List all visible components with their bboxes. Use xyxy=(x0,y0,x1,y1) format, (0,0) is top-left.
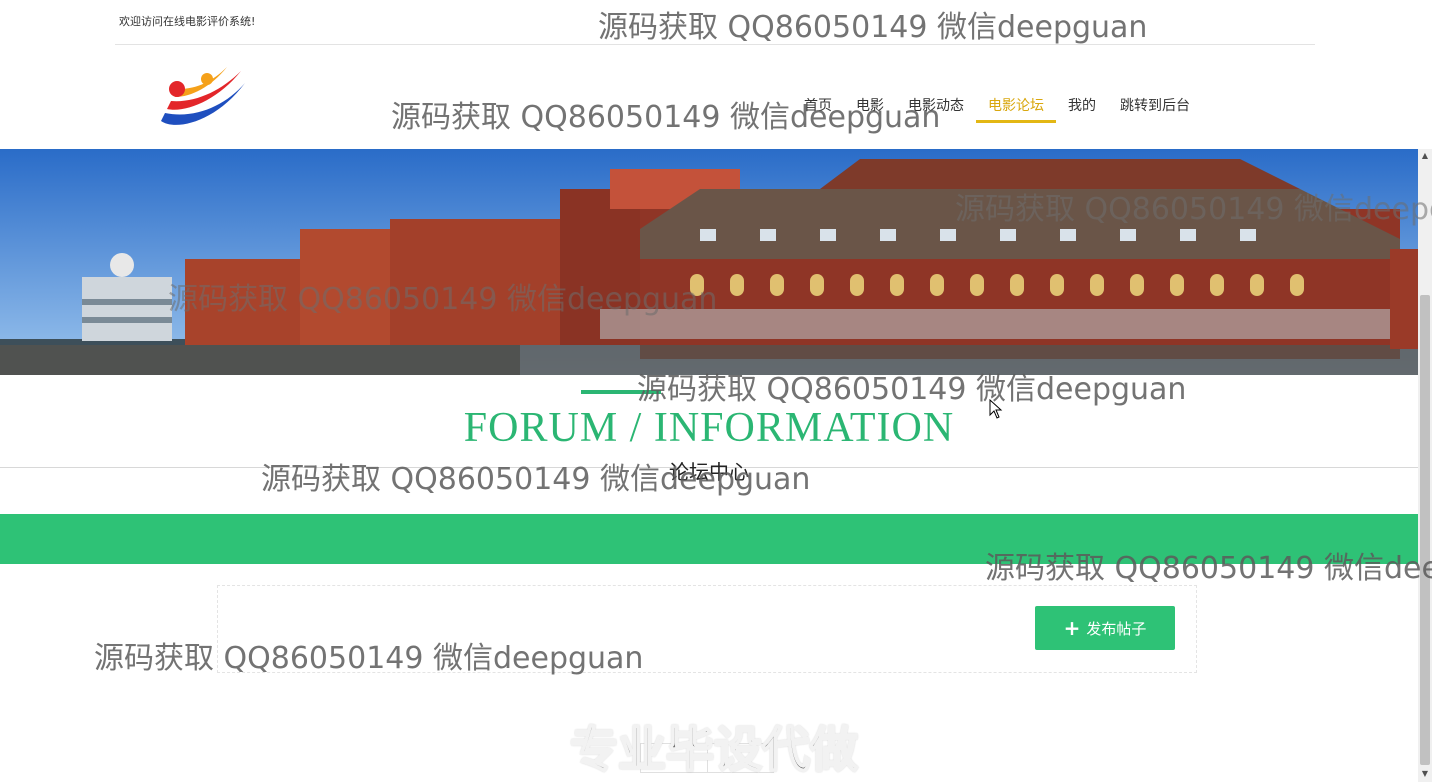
logo-icon xyxy=(161,67,245,125)
publish-post-button[interactable]: + 发布帖子 xyxy=(1035,606,1175,650)
nav-movie-forum[interactable]: 电影论坛 xyxy=(976,83,1056,123)
page: 欢迎访问在线电影评价系统! 首页 电影 电影动态 电影论坛 我的 跳转到后台 ▲… xyxy=(0,0,1432,782)
banner-image xyxy=(0,149,1418,375)
top-bar: 欢迎访问在线电影评价系统! xyxy=(115,0,1315,45)
nav-home[interactable]: 首页 xyxy=(792,83,844,114)
section-subtitle: 论坛中心 xyxy=(669,460,749,484)
title-accent-bar xyxy=(581,390,661,394)
category-band xyxy=(0,514,1418,564)
nav-admin[interactable]: 跳转到后台 xyxy=(1108,83,1202,114)
welcome-text: 欢迎访问在线电影评价系统! xyxy=(119,15,256,28)
publish-post-label: 发布帖子 xyxy=(1086,619,1147,638)
header: 首页 电影 电影动态 电影论坛 我的 跳转到后台 xyxy=(0,45,1432,149)
watermark-bold-text: 专业毕设代做 xyxy=(569,721,859,779)
main-nav: 首页 电影 电影动态 电影论坛 我的 跳转到后台 xyxy=(792,83,1202,123)
page-scrollbar[interactable]: ▲ ▼ xyxy=(1418,149,1432,782)
scroll-down-icon[interactable]: ▼ xyxy=(1420,769,1430,779)
site-logo[interactable] xyxy=(155,61,249,133)
scrollbar-thumb[interactable] xyxy=(1420,295,1430,765)
nav-mine[interactable]: 我的 xyxy=(1056,83,1108,114)
nav-movie-news[interactable]: 电影动态 xyxy=(896,83,976,114)
scroll-up-icon[interactable]: ▲ xyxy=(1420,151,1430,161)
banner-illustration xyxy=(0,149,1418,375)
mouse-cursor-icon xyxy=(989,398,1003,423)
section-title: FORUM / INFORMATION xyxy=(463,405,955,451)
plus-icon: + xyxy=(1063,616,1081,640)
nav-movies[interactable]: 电影 xyxy=(844,83,896,114)
